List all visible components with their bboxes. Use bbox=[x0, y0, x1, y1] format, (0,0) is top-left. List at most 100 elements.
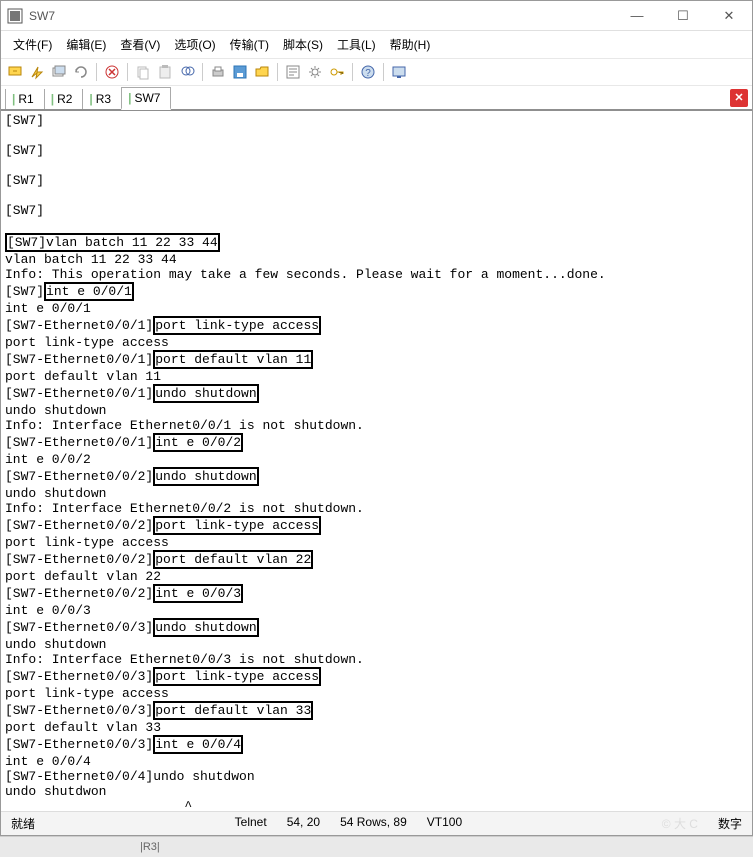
terminal-line: port link-type access bbox=[5, 535, 169, 550]
cmd-port-link-type: port link-type access bbox=[153, 516, 321, 535]
paste-icon[interactable] bbox=[155, 62, 175, 82]
terminal-line: undo shutdown bbox=[5, 403, 106, 418]
terminal-line: port default vlan 22 bbox=[5, 569, 161, 584]
terminal-line: int e 0/0/3 bbox=[5, 603, 91, 618]
screen-icon[interactable] bbox=[389, 62, 409, 82]
status-bar: 就绪 Telnet 54, 20 54 Rows, 89 VT100 © 大 C… bbox=[1, 811, 752, 835]
disconnect-icon[interactable] bbox=[102, 62, 122, 82]
tab-label: R3 bbox=[96, 92, 111, 106]
properties-icon[interactable] bbox=[283, 62, 303, 82]
find-icon[interactable] bbox=[177, 62, 197, 82]
terminal-line: [SW7] bbox=[5, 284, 44, 299]
terminal-line: [SW7] bbox=[5, 173, 44, 188]
terminal-line: [SW7-Ethernet0/0/2] bbox=[5, 586, 153, 601]
session-tabs: |R1 |R2 |R3 |SW7 ✕ bbox=[1, 86, 752, 111]
terminal-line: [SW7-Ethernet0/0/1] bbox=[5, 352, 153, 367]
status-rows: 54 Rows, 89 bbox=[340, 815, 407, 832]
close-button[interactable]: ✕ bbox=[706, 1, 752, 31]
menu-help[interactable]: 帮助(H) bbox=[384, 33, 437, 56]
terminal-line: [SW7-Ethernet0/0/3] bbox=[5, 703, 153, 718]
copy-icon[interactable] bbox=[133, 62, 153, 82]
terminal-line: int e 0/0/4 bbox=[5, 754, 91, 769]
svg-text:?: ? bbox=[365, 68, 371, 79]
status-protocol: Telnet bbox=[235, 815, 267, 832]
watermark: © 大 C bbox=[662, 815, 698, 832]
terminal-line: vlan batch 11 22 33 44 bbox=[5, 252, 177, 267]
window-title: SW7 bbox=[29, 9, 614, 23]
terminal-line: [SW7-Ethernet0/0/2] bbox=[5, 518, 153, 533]
terminal-line: Info: Interface Ethernet0/0/1 is not shu… bbox=[5, 418, 364, 433]
cmd-port-link-type: port link-type access bbox=[153, 667, 321, 686]
terminal-line: [SW7-Ethernet0/0/1] bbox=[5, 386, 153, 401]
menu-edit[interactable]: 编辑(E) bbox=[60, 33, 112, 56]
tab-r1[interactable]: |R1 bbox=[5, 89, 44, 109]
status-term: VT100 bbox=[427, 815, 462, 832]
menu-trans[interactable]: 传输(T) bbox=[224, 33, 275, 56]
maximize-button[interactable]: ☐ bbox=[660, 1, 706, 31]
toolbar-separator bbox=[383, 63, 384, 81]
terminal-line: [SW7] bbox=[5, 203, 44, 218]
reconnect-icon[interactable] bbox=[71, 62, 91, 82]
terminal-line: undo shutdown bbox=[5, 486, 106, 501]
menu-view[interactable]: 查看(V) bbox=[114, 33, 166, 56]
cmd-int-e001: int e 0/0/1 bbox=[44, 282, 134, 301]
terminal-line: port link-type access bbox=[5, 335, 169, 350]
minimize-button[interactable]: — bbox=[614, 1, 660, 31]
terminal-line: int e 0/0/2 bbox=[5, 452, 91, 467]
quick-connect-icon[interactable] bbox=[27, 62, 47, 82]
terminal-line: Info: Interface Ethernet0/0/2 is not shu… bbox=[5, 501, 364, 516]
toolbar: ? bbox=[1, 59, 752, 86]
save-icon[interactable] bbox=[230, 62, 250, 82]
status-numlock: 数字 bbox=[718, 815, 742, 832]
terminal-line: ^ bbox=[5, 799, 192, 811]
menu-tool[interactable]: 工具(L) bbox=[331, 33, 382, 56]
terminal-line: [SW7] bbox=[5, 143, 44, 158]
terminal-line: [SW7-Ethernet0/0/1] bbox=[5, 435, 153, 450]
menu-file[interactable]: 文件(F) bbox=[7, 33, 58, 56]
status-cursor-pos: 54, 20 bbox=[287, 815, 320, 832]
app-icon bbox=[7, 8, 23, 24]
terminal-line: [SW7-Ethernet0/0/2] bbox=[5, 469, 153, 484]
settings-icon[interactable] bbox=[305, 62, 325, 82]
cmd-int-e004: int e 0/0/4 bbox=[153, 735, 243, 754]
toolbar-separator bbox=[202, 63, 203, 81]
cmd-vlan-batch: [SW7]vlan batch 11 22 33 44 bbox=[5, 233, 220, 252]
toolbar-separator bbox=[352, 63, 353, 81]
terminal-line: Info: Interface Ethernet0/0/3 is not shu… bbox=[5, 652, 364, 667]
cmd-undo-shutdown: undo shutdown bbox=[153, 384, 258, 403]
background-tab-label: |R3| bbox=[140, 841, 160, 853]
help-icon[interactable]: ? bbox=[358, 62, 378, 82]
cmd-int-e002: int e 0/0/2 bbox=[153, 433, 243, 452]
terminal-line: [SW7-Ethernet0/0/3] bbox=[5, 737, 153, 752]
toolbar-separator bbox=[277, 63, 278, 81]
cmd-int-e003: int e 0/0/3 bbox=[153, 584, 243, 603]
tab-close-button[interactable]: ✕ bbox=[730, 89, 748, 107]
terminal-line: int e 0/0/1 bbox=[5, 301, 91, 316]
menu-option[interactable]: 选项(O) bbox=[168, 33, 221, 56]
terminal-line: [SW7-Ethernet0/0/2] bbox=[5, 552, 153, 567]
terminal-output[interactable]: [SW7] [SW7] [SW7] [SW7] [SW7]vlan batch … bbox=[1, 111, 752, 811]
tab-sw7[interactable]: |SW7 bbox=[121, 87, 171, 110]
terminal-line: port default vlan 11 bbox=[5, 369, 161, 384]
terminal-line: [SW7-Ethernet0/0/3] bbox=[5, 669, 153, 684]
terminal-line: [SW7] bbox=[5, 113, 44, 128]
print-icon[interactable] bbox=[208, 62, 228, 82]
key-icon[interactable] bbox=[327, 62, 347, 82]
terminal-line: Info: This operation may take a few seco… bbox=[5, 267, 606, 282]
terminal-line: [SW7-Ethernet0/0/3] bbox=[5, 620, 153, 635]
sessions-icon[interactable] bbox=[49, 62, 69, 82]
folder-icon[interactable] bbox=[252, 62, 272, 82]
status-ready: 就绪 bbox=[11, 815, 35, 832]
toolbar-separator bbox=[96, 63, 97, 81]
tab-r3[interactable]: |R3 bbox=[82, 89, 121, 109]
tab-r2[interactable]: |R2 bbox=[44, 89, 83, 109]
title-bar[interactable]: SW7 — ☐ ✕ bbox=[1, 1, 752, 31]
cmd-port-default-vlan: port default vlan 33 bbox=[153, 701, 313, 720]
background-strip: |R3| bbox=[0, 836, 753, 857]
connect-icon[interactable] bbox=[5, 62, 25, 82]
tab-label: R2 bbox=[57, 92, 72, 106]
cmd-undo-shutdown: undo shutdown bbox=[153, 618, 258, 637]
menu-script[interactable]: 脚本(S) bbox=[277, 33, 329, 56]
tab-label: SW7 bbox=[134, 91, 160, 105]
toolbar-separator bbox=[127, 63, 128, 81]
